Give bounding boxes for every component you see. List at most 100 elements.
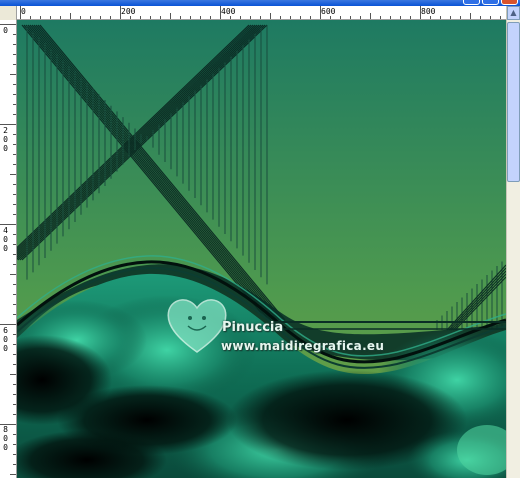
minimize-button[interactable] — [463, 0, 480, 5]
ruler-tick — [0, 224, 16, 225]
ruler-tick — [160, 16, 161, 19]
ruler-tick — [490, 16, 491, 19]
ruler-tick — [30, 16, 31, 19]
ruler-tick — [13, 404, 16, 405]
ruler-tick — [10, 274, 16, 275]
ruler-tick — [13, 204, 16, 205]
ruler-tick — [13, 234, 16, 235]
ruler-tick — [13, 284, 16, 285]
ruler-label: 600 — [3, 326, 8, 353]
ruler-tick — [140, 16, 141, 19]
ruler-tick — [230, 16, 231, 19]
ruler-tick — [13, 304, 16, 305]
ruler-tick — [100, 16, 101, 19]
ruler-tick — [270, 13, 271, 19]
ruler-tick — [390, 16, 391, 19]
ruler-tick — [13, 434, 16, 435]
ruler-tick — [280, 16, 281, 19]
ruler-label: 400 — [3, 226, 8, 253]
ruler-label: 400 — [221, 7, 236, 16]
ruler-tick — [40, 16, 41, 19]
ruler-tick — [13, 34, 16, 35]
ruler-label: 0 — [3, 26, 8, 35]
ruler-tick — [13, 344, 16, 345]
maximize-button[interactable] — [482, 0, 499, 5]
ruler-label: 800 — [3, 425, 8, 452]
ruler-tick — [170, 13, 171, 19]
ruler-tick — [110, 16, 111, 19]
scroll-thumb[interactable] — [507, 22, 520, 182]
scroll-up-arrow-icon[interactable]: ▲ — [507, 6, 520, 20]
ruler-tick — [500, 16, 501, 19]
ruler-tick — [70, 13, 71, 19]
ruler-tick — [0, 324, 16, 325]
ruler-tick — [0, 24, 16, 25]
ruler-tick — [13, 44, 16, 45]
window-controls — [463, 0, 518, 5]
ruler-tick — [340, 16, 341, 19]
ruler-tick — [13, 334, 16, 335]
ruler-tick — [50, 16, 51, 19]
ruler-tick — [13, 184, 16, 185]
ruler-label: 800 — [421, 7, 436, 16]
ruler-tick — [180, 16, 181, 19]
ruler-tick — [190, 16, 191, 19]
ruler-tick — [400, 16, 401, 19]
ruler-tick — [10, 74, 16, 75]
ruler-tick — [130, 16, 131, 19]
ruler-tick — [450, 16, 451, 19]
ruler-tick — [13, 64, 16, 65]
ruler-tick — [300, 16, 301, 19]
ruler-tick — [13, 164, 16, 165]
artwork — [17, 20, 506, 478]
ruler-tick — [90, 16, 91, 19]
ruler-label: 600 — [321, 7, 336, 16]
image-canvas[interactable]: Pinuccia www.maidiregrafica.eu — [17, 20, 506, 478]
ruler-tick — [410, 16, 411, 19]
ruler-label: 200 — [121, 7, 136, 16]
ruler-tick — [13, 94, 16, 95]
ruler-tick — [210, 16, 211, 19]
ruler-tick — [60, 16, 61, 19]
ruler-tick — [430, 16, 431, 19]
ruler-tick — [220, 6, 221, 19]
ruler-tick — [13, 214, 16, 215]
ruler-tick — [330, 16, 331, 19]
ruler-tick — [150, 16, 151, 19]
ruler-tick — [13, 254, 16, 255]
ruler-tick — [13, 394, 16, 395]
vertical-ruler: 0 200 400 600 800 — [0, 20, 17, 478]
ruler-tick — [470, 13, 471, 19]
ruler-label: 0 — [21, 7, 26, 16]
watermark-site: www.maidiregrafica.eu — [221, 339, 385, 353]
ruler-tick — [0, 124, 16, 125]
ruler-corner — [0, 6, 17, 20]
ruler-tick — [260, 16, 261, 19]
ruler-tick — [10, 374, 16, 375]
close-button[interactable] — [501, 0, 518, 5]
ruler-tick — [320, 6, 321, 19]
ruler-label: 200 — [3, 126, 8, 153]
ruler-tick — [13, 84, 16, 85]
ruler-tick — [13, 364, 16, 365]
ruler-tick — [20, 6, 21, 19]
vertical-scrollbar[interactable]: ▲ — [506, 6, 520, 478]
ruler-tick — [460, 16, 461, 19]
ruler-tick — [290, 16, 291, 19]
ruler-tick — [13, 314, 16, 315]
ruler-tick — [480, 16, 481, 19]
ruler-tick — [120, 6, 121, 19]
ruler-tick — [350, 16, 351, 19]
ruler-tick — [80, 16, 81, 19]
ruler-tick — [13, 384, 16, 385]
ruler-tick — [13, 134, 16, 135]
ruler-tick — [13, 454, 16, 455]
ruler-tick — [13, 244, 16, 245]
watermark-name: Pinuccia — [222, 320, 284, 335]
ruler-tick — [13, 414, 16, 415]
ruler-tick — [240, 16, 241, 19]
ruler-tick — [13, 464, 16, 465]
ruler-tick — [13, 114, 16, 115]
ruler-tick — [360, 16, 361, 19]
ruler-tick — [13, 444, 16, 445]
